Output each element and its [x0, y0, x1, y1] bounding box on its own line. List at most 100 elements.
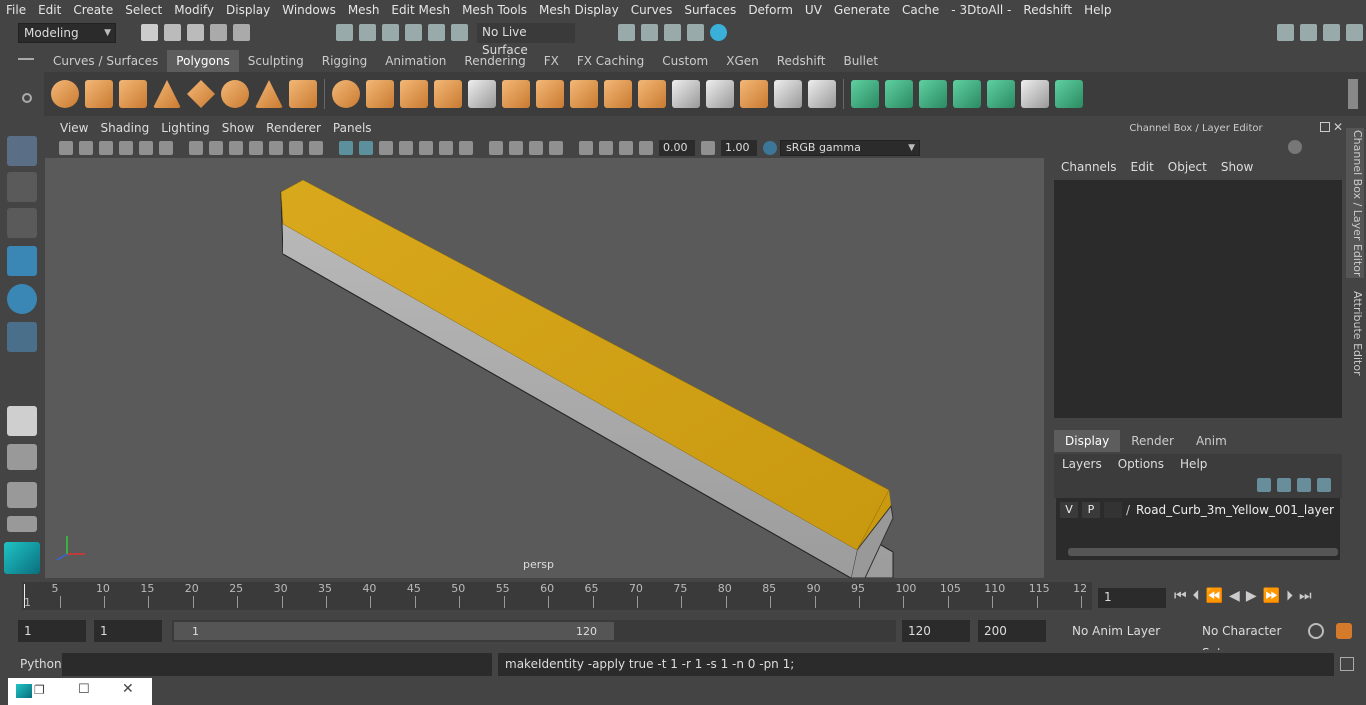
panel-menu-lighting[interactable]: Lighting: [155, 121, 216, 135]
maximize-icon[interactable]: ☐: [78, 682, 90, 697]
image-plane-icon[interactable]: [119, 141, 133, 155]
shelf-tab-polygons[interactable]: Polygons: [167, 50, 239, 72]
planar-map-icon[interactable]: [706, 80, 734, 108]
smooth-icon[interactable]: [434, 80, 462, 108]
ipr-render-icon[interactable]: [664, 24, 681, 41]
lasso-tool-icon[interactable]: [7, 172, 37, 202]
shelf-tab-custom[interactable]: Custom: [653, 50, 717, 72]
wireframe-icon[interactable]: [339, 141, 353, 155]
layer-menu-help[interactable]: Help: [1172, 455, 1215, 473]
new-layer-icon[interactable]: [1297, 478, 1311, 492]
separate-icon[interactable]: [366, 80, 394, 108]
panel-menu-renderer[interactable]: Renderer: [260, 121, 327, 135]
grease-pencil-icon[interactable]: [139, 141, 153, 155]
extrude-icon[interactable]: [468, 80, 496, 108]
layer-menu-layers[interactable]: Layers: [1054, 455, 1110, 473]
range-handle[interactable]: [174, 622, 614, 640]
poly-sphere-icon[interactable]: [51, 80, 79, 108]
shelf-tab-rigging[interactable]: Rigging: [313, 50, 376, 72]
bookmark-icon[interactable]: [99, 141, 113, 155]
snap-vertex-icon[interactable]: [451, 24, 468, 41]
snap-point-icon[interactable]: [382, 24, 399, 41]
shelf-tab-curves-surfaces[interactable]: Curves / Surfaces: [44, 50, 167, 72]
layer-tab-display[interactable]: Display: [1054, 430, 1121, 452]
redo-icon[interactable]: [233, 24, 250, 41]
move-tool-icon[interactable]: [7, 246, 37, 276]
layout-two-icon[interactable]: [7, 482, 37, 508]
resolution-gate-icon[interactable]: [229, 141, 243, 155]
screen-space-ao-icon[interactable]: [489, 141, 503, 155]
playback-start-field[interactable]: 1: [94, 620, 162, 642]
shelf-tab-fx-caching[interactable]: FX Caching: [568, 50, 653, 72]
anim-layer-dropdown[interactable]: No Anim Layer: [1066, 620, 1176, 642]
visibility-toggle[interactable]: V: [1060, 502, 1078, 518]
channel-menu-channels[interactable]: Channels: [1054, 160, 1124, 174]
panel-menu-show[interactable]: Show: [216, 121, 260, 135]
snap-curve-icon[interactable]: [359, 24, 376, 41]
character-set-dropdown[interactable]: No Character Set: [1196, 620, 1296, 660]
xray-active-icon[interactable]: [619, 141, 633, 155]
channel-menu-show[interactable]: Show: [1214, 160, 1260, 174]
shelf-tab-fx[interactable]: FX: [535, 50, 568, 72]
isolate-select-icon[interactable]: [579, 141, 593, 155]
layer-tab-anim[interactable]: Anim: [1185, 430, 1238, 452]
scale-tool-icon[interactable]: [7, 322, 37, 352]
menu-redshift[interactable]: Redshift: [1017, 0, 1078, 20]
play-backward-icon[interactable]: ◀: [1229, 588, 1240, 604]
exposure-field[interactable]: 0.00: [659, 140, 695, 156]
bevel-icon[interactable]: [502, 80, 530, 108]
script-editor-icon[interactable]: [1340, 657, 1354, 671]
exposure-icon[interactable]: [639, 141, 653, 155]
menu-mesh[interactable]: Mesh: [342, 0, 386, 20]
smooth-shade-icon[interactable]: [359, 141, 373, 155]
menu-edit-mesh[interactable]: Edit Mesh: [385, 0, 456, 20]
poly-cone-icon[interactable]: [153, 80, 181, 108]
snap-surface-icon[interactable]: [428, 24, 445, 41]
menu-file[interactable]: File: [0, 0, 32, 20]
combine-icon[interactable]: [332, 80, 360, 108]
poly-cube-icon[interactable]: [85, 80, 113, 108]
close-icon[interactable]: ✕: [1333, 120, 1343, 134]
sew-uv-icon[interactable]: [774, 80, 802, 108]
play-forward-icon[interactable]: ▶: [1246, 588, 1257, 604]
live-surface-field[interactable]: No Live Surface: [477, 22, 575, 57]
menu-cache[interactable]: Cache: [896, 0, 945, 20]
manipulator-icon[interactable]: [1288, 140, 1302, 154]
menu-surfaces[interactable]: Surfaces: [678, 0, 742, 20]
shelf-scroll-icon[interactable]: [1348, 79, 1358, 109]
shelf-tab-redshift[interactable]: Redshift: [768, 50, 835, 72]
playback-toggle[interactable]: P: [1082, 502, 1100, 518]
snap-grid-icon[interactable]: [336, 24, 353, 41]
layout-four-icon[interactable]: [7, 444, 37, 470]
depth-of-field-icon[interactable]: [549, 141, 563, 155]
render-settings-icon[interactable]: [687, 24, 704, 41]
menu-display[interactable]: Display: [220, 0, 276, 20]
step-forward-key-icon[interactable]: ⏵: [1286, 588, 1293, 604]
gate-mask-icon[interactable]: [249, 141, 263, 155]
current-time-marker[interactable]: [24, 584, 25, 608]
road-curb-mesh[interactable]: [280, 179, 894, 578]
move-layer-down-icon[interactable]: [1277, 478, 1291, 492]
step-forward-frame-icon[interactable]: ⏩: [1263, 588, 1280, 604]
shelf-tab-animation[interactable]: Animation: [376, 50, 455, 72]
maya-app-icon[interactable]: [16, 684, 32, 698]
color-management-icon[interactable]: [763, 141, 777, 155]
command-input[interactable]: [62, 653, 492, 676]
select-tool-icon[interactable]: [7, 136, 37, 166]
menu-mesh-tools[interactable]: Mesh Tools: [456, 0, 533, 20]
go-to-start-icon[interactable]: ⏮: [1174, 588, 1187, 604]
time-slider[interactable]: 5 10 15 20 25 30 35 40 45 50 55 60 65 70 75 80 85 90 95 100…: [22, 582, 1092, 610]
xray-joints-icon[interactable]: [599, 141, 613, 155]
layer-name[interactable]: Road_Curb_3m_Yellow_001_layer: [1136, 503, 1334, 517]
channel-box-side-tab[interactable]: Channel Box / Layer Editor: [1346, 128, 1364, 278]
playback-end-field[interactable]: 120: [902, 620, 970, 642]
append-polygon-icon[interactable]: [638, 80, 666, 108]
channel-box-toggle-icon[interactable]: [1346, 24, 1363, 41]
hypershade-icon[interactable]: [710, 24, 727, 41]
unfold-uv-icon[interactable]: [808, 80, 836, 108]
menu-edit[interactable]: Edit: [32, 0, 67, 20]
menu-generate[interactable]: Generate: [828, 0, 896, 20]
panel-menu-view[interactable]: View: [54, 121, 94, 135]
cut-uv-icon[interactable]: [740, 80, 768, 108]
float-icon[interactable]: [1320, 122, 1330, 132]
